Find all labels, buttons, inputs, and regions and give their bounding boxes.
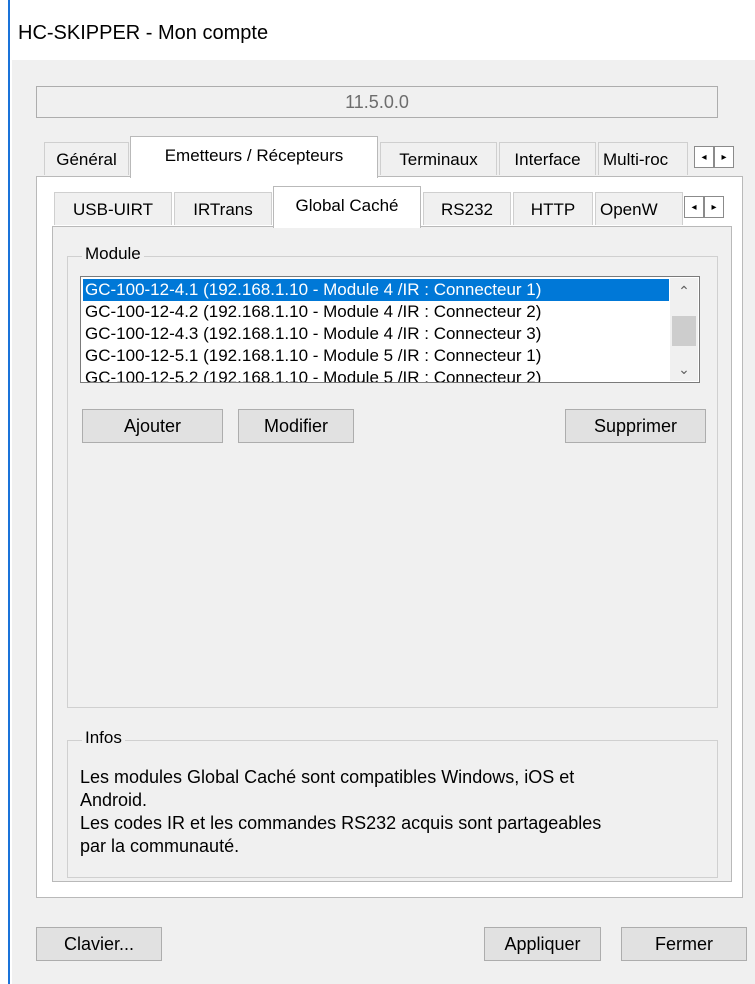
window-title: HC-SKIPPER - Mon compte [18,22,269,44]
module-list-scrollbar[interactable]: ⌃ ⌄ [670,278,698,381]
tab-general[interactable]: Général [44,142,129,175]
module-group-label: Module [82,244,144,264]
infos-text: Les modules Global Caché sont compatible… [80,766,710,858]
subtab-irtrans[interactable]: IRTrans [174,192,272,225]
subtab-rs232[interactable]: RS232 [423,192,511,225]
tab-terminaux[interactable]: Terminaux [380,142,497,175]
delete-button[interactable]: Supprimer [565,409,706,443]
tab-scroll-left-button[interactable]: ◂ [694,146,714,168]
edit-button[interactable]: Modifier [238,409,354,443]
add-button[interactable]: Ajouter [82,409,223,443]
subtab-scroll-left-button[interactable]: ◂ [684,196,704,218]
list-item[interactable]: GC-100-12-4.2 (192.168.1.10 - Module 4 /… [83,301,669,323]
window-border [8,0,10,984]
info-line: Les codes IR et les commandes RS232 acqu… [80,813,602,833]
list-item[interactable]: GC-100-12-4.1 (192.168.1.10 - Module 4 /… [83,279,669,301]
subtab-global-cache[interactable]: Global Caché [273,186,421,228]
version-field: 11.5.0.0 [36,86,718,118]
tab-multi-room[interactable]: Multi-roc [598,142,688,175]
subtab-http[interactable]: HTTP [513,192,593,225]
subtab-scroll-right-button[interactable]: ▸ [704,196,724,218]
info-line: par la communauté. [80,836,240,856]
scroll-thumb[interactable] [672,316,696,346]
list-item[interactable]: GC-100-12-4.3 (192.168.1.10 - Module 4 /… [83,323,669,345]
infos-group-label: Infos [82,728,125,748]
list-item[interactable]: GC-100-12-5.1 (192.168.1.10 - Module 5 /… [83,345,669,367]
tab-emetteurs-recepteurs[interactable]: Emetteurs / Récepteurs [130,136,378,178]
info-line: Android. [80,790,148,810]
tab-scroll-right-button[interactable]: ▸ [714,146,734,168]
keyboard-button[interactable]: Clavier... [36,927,162,961]
apply-button[interactable]: Appliquer [484,927,601,961]
scroll-down-arrow-icon[interactable]: ⌄ [670,358,698,380]
list-item[interactable]: GC-100-12-5.2 (192.168.1.10 - Module 5 /… [83,367,669,382]
tab-interface[interactable]: Interface [499,142,596,175]
subtab-openweb[interactable]: OpenW [595,192,683,225]
close-button[interactable]: Fermer [621,927,747,961]
info-line: Les modules Global Caché sont compatible… [80,767,575,787]
module-list[interactable]: GC-100-12-4.1 (192.168.1.10 - Module 4 /… [80,276,700,383]
scroll-up-arrow-icon[interactable]: ⌃ [670,280,698,302]
subtab-usb-uirt[interactable]: USB-UIRT [54,192,172,225]
